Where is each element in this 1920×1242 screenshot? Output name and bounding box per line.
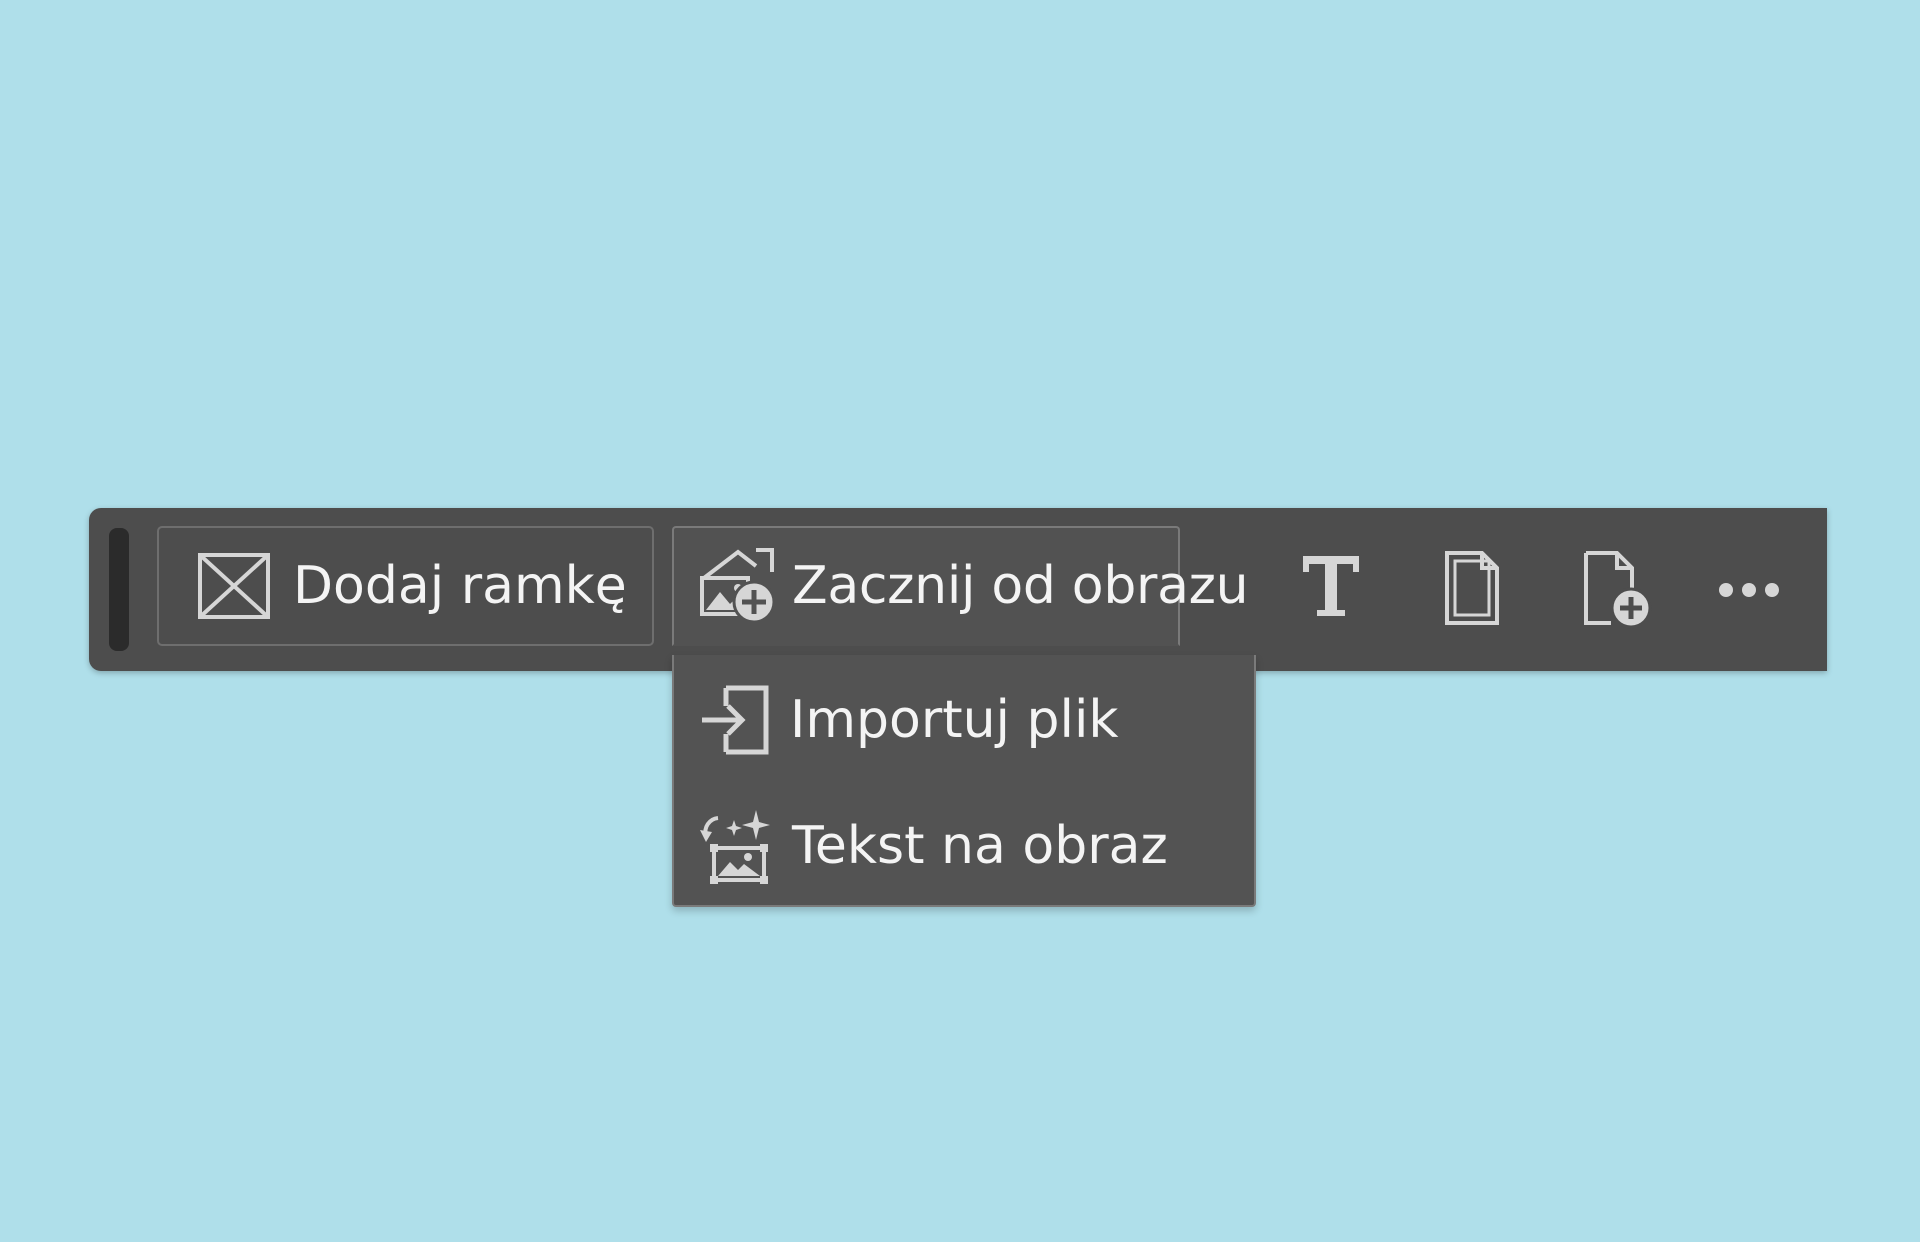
menu-item-label: Importuj plik xyxy=(790,690,1119,750)
add-page-icon[interactable] xyxy=(1583,550,1653,630)
add-frame-button[interactable]: Dodaj ramkę xyxy=(157,526,654,646)
frame-icon xyxy=(198,553,270,619)
image-add-icon xyxy=(700,548,776,624)
menu-item-text-to-image[interactable]: Tekst na obraz xyxy=(674,791,1254,901)
menu-item-import-file[interactable]: Importuj plik xyxy=(674,665,1254,775)
start-from-image-label: Zacznij od obrazu xyxy=(792,556,1249,616)
menu-item-label: Tekst na obraz xyxy=(792,816,1168,876)
start-from-image-dropdown: Importuj plik Tekst na obraz xyxy=(672,655,1256,907)
floating-toolbar: Dodaj ramkę Zacznij od obrazu xyxy=(89,508,1827,671)
page-icon[interactable] xyxy=(1444,550,1500,626)
more-icon[interactable] xyxy=(1717,581,1781,599)
import-icon xyxy=(702,685,769,755)
text-icon[interactable] xyxy=(1299,552,1363,620)
text-to-image-icon xyxy=(700,810,770,884)
start-from-image-button[interactable]: Zacznij od obrazu xyxy=(672,526,1249,646)
add-frame-label: Dodaj ramkę xyxy=(293,556,627,616)
drag-handle[interactable] xyxy=(109,528,129,651)
